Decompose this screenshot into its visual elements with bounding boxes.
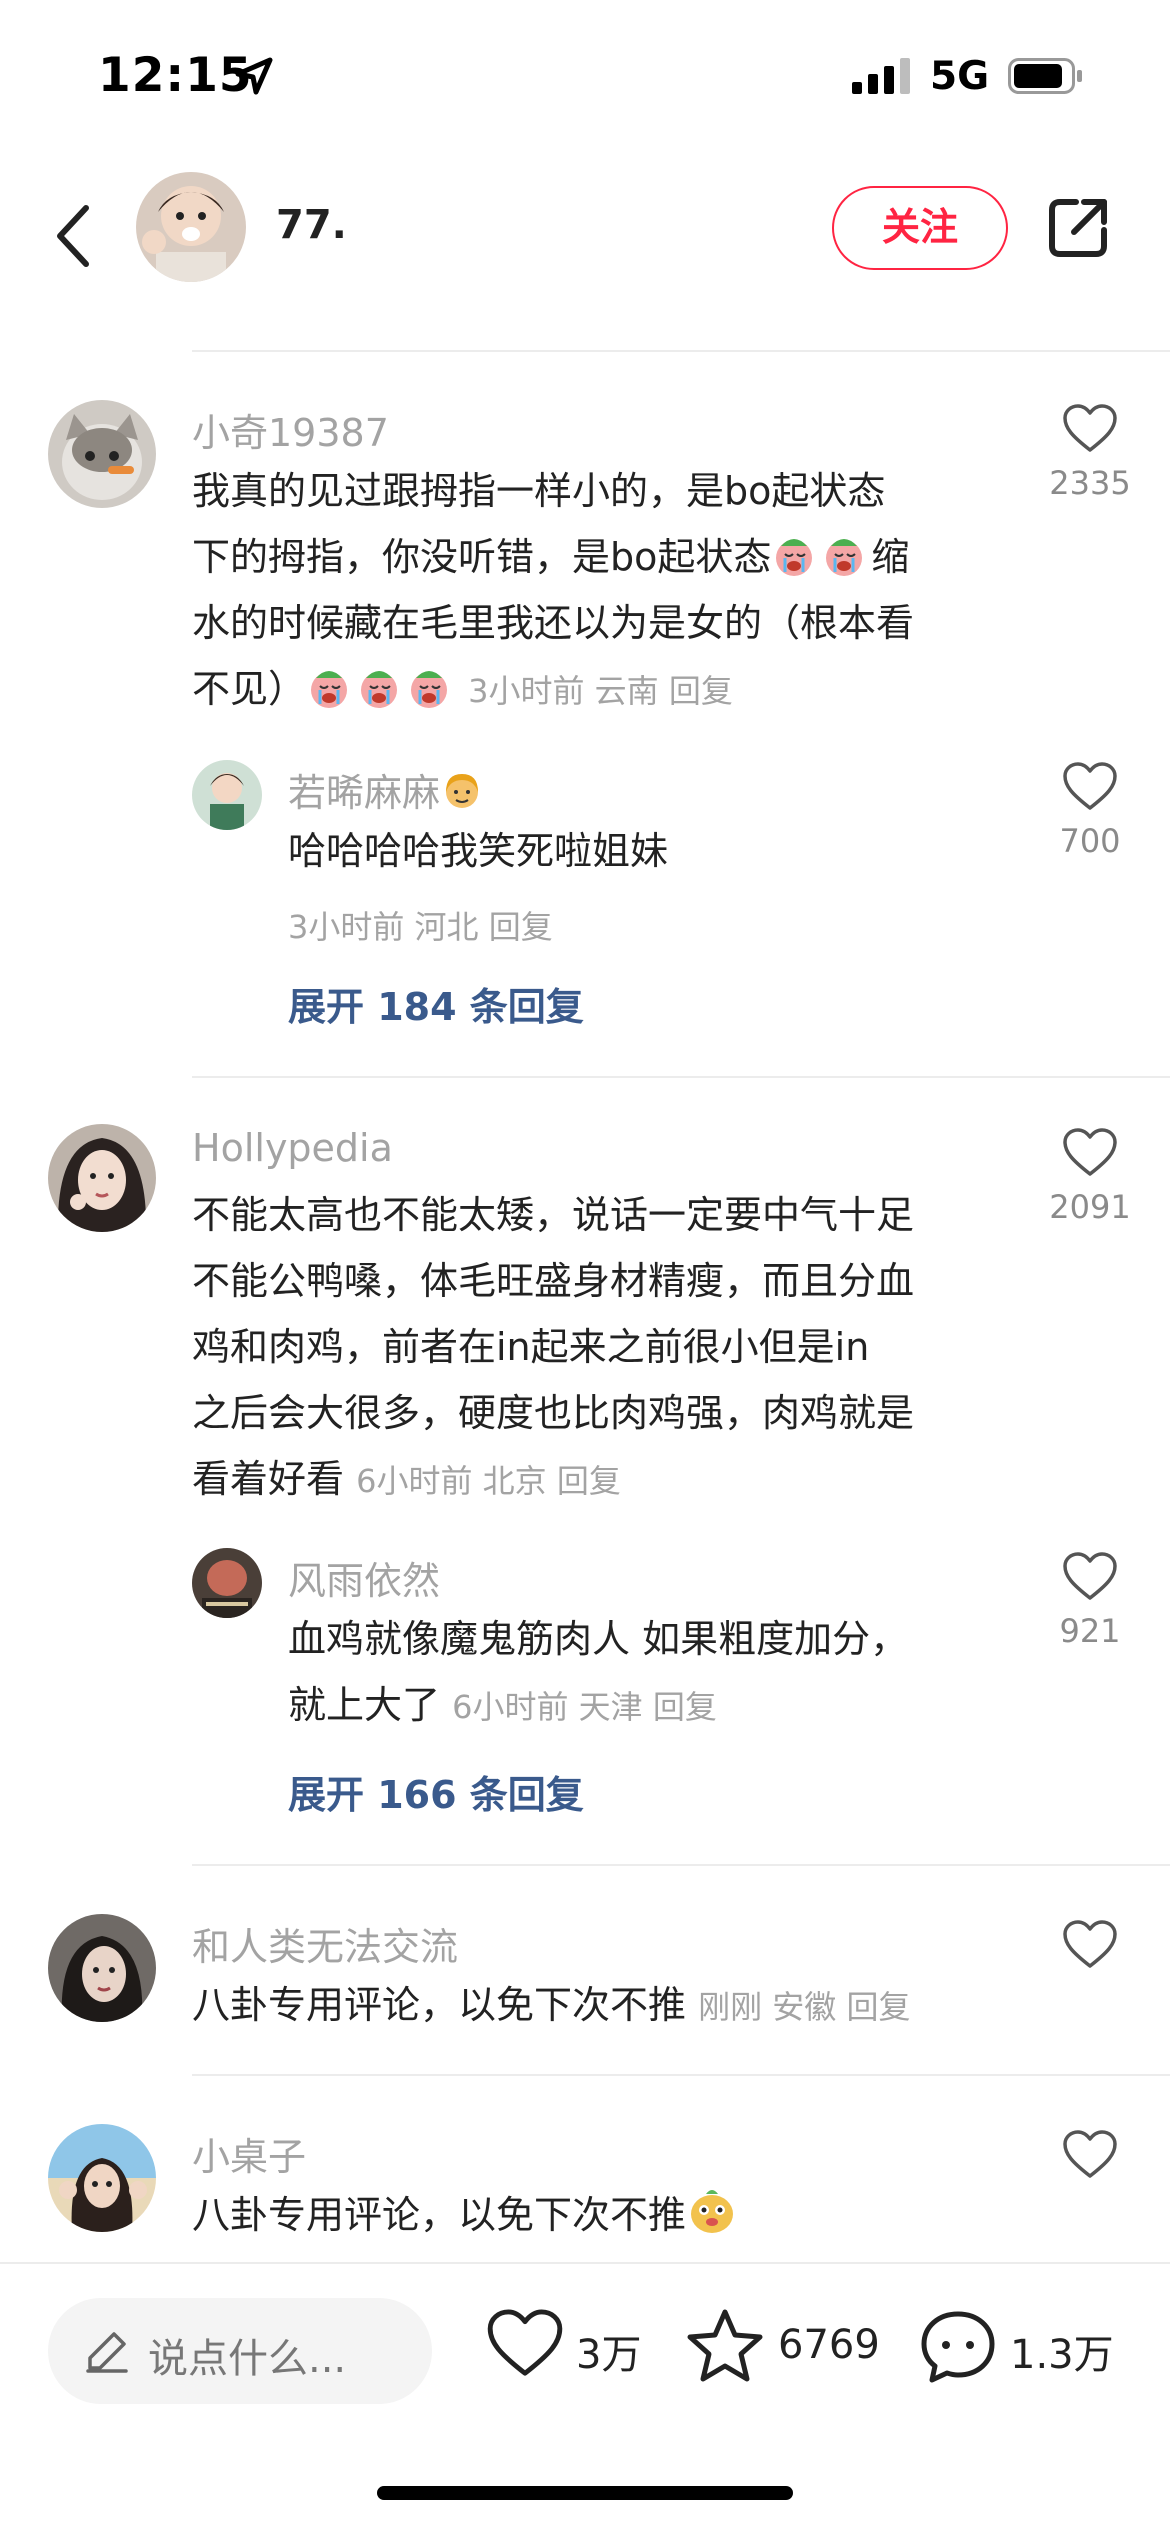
reply-meta[interactable]: 6小时前 天津 回复 xyxy=(452,1688,717,1726)
crying-face-icon xyxy=(306,664,352,710)
comment-meta[interactable]: 3小时前 云南 回复 xyxy=(468,672,733,710)
comment-avatar[interactable] xyxy=(48,400,156,508)
comment-text: 不能太高也不能太矮，说话一定要中气十足 不能公鸭嗓，体毛旺盛身材精瘦，而且分血 … xyxy=(192,1193,915,1501)
home-indicator xyxy=(377,2486,793,2500)
crying-face-icon xyxy=(771,532,817,578)
pencil-icon xyxy=(84,2328,130,2378)
crying-face-icon xyxy=(821,532,867,578)
heart-icon xyxy=(1063,1128,1117,1176)
like-button[interactable]: 3万 xyxy=(486,2308,656,2388)
reply-meta[interactable]: 3小时前 河北 回复 xyxy=(288,902,553,948)
divider xyxy=(192,1864,1170,1866)
divider xyxy=(192,350,1170,352)
follow-button[interactable]: 关注 xyxy=(832,186,1008,270)
network-type: 5G xyxy=(930,54,990,99)
dog-emoji-icon xyxy=(686,2184,738,2236)
comment-avatar[interactable] xyxy=(48,2124,156,2232)
comment-input[interactable]: 说点什么... xyxy=(48,2298,432,2404)
heart-icon xyxy=(1063,762,1117,810)
comment-like-button[interactable] xyxy=(1030,1920,1150,1980)
comment-text: 八卦专用评论，以免下次不推 刚刚 安徽 回复 xyxy=(192,1983,911,2027)
author-name: 77. xyxy=(276,202,347,248)
reply-username[interactable]: 风雨依然 xyxy=(288,1550,440,1605)
comment-avatar[interactable] xyxy=(48,1124,156,1232)
crying-face-icon xyxy=(356,664,402,710)
reply-text: 血鸡就像魔鬼筋肉人 如果粗度加分， 就上大了 6小时前 天津 回复 xyxy=(288,1617,909,1727)
heart-icon xyxy=(1063,1552,1117,1600)
share-icon[interactable] xyxy=(1046,196,1110,260)
reply-avatar[interactable] xyxy=(192,760,262,830)
heart-icon xyxy=(1063,1920,1117,1968)
comment-username[interactable]: 小奇19387 xyxy=(192,402,389,457)
reply-username-wrap: 若晞麻麻 xyxy=(288,762,488,817)
like-total: 3万 xyxy=(576,2332,642,2378)
comment-username[interactable]: 小桌子 xyxy=(192,2126,306,2181)
back-arrow-icon[interactable] xyxy=(50,196,100,276)
expand-replies-button[interactable]: 展开 184 条回复 xyxy=(288,976,584,1031)
reply-like-button[interactable]: 921 xyxy=(1030,1552,1150,1650)
reply-avatar[interactable] xyxy=(192,1548,262,1618)
header: 77. 关注 xyxy=(0,150,1170,350)
collect-total: 6769 xyxy=(778,2322,880,2368)
cellular-signal-icon xyxy=(852,58,912,98)
comment-input-placeholder: 说点什么... xyxy=(148,2336,347,2382)
heart-icon xyxy=(1063,404,1117,452)
like-count: 2091 xyxy=(1049,1188,1131,1226)
divider xyxy=(192,1076,1170,1078)
divider xyxy=(192,2074,1170,2076)
comment-like-button[interactable]: 2091 xyxy=(1030,1128,1150,1226)
battery-icon xyxy=(1008,58,1084,98)
comment-username[interactable]: 和人类无法交流 xyxy=(192,1916,458,1971)
crying-face-icon xyxy=(406,664,452,710)
status-time: 12:15 xyxy=(98,48,253,103)
collect-button[interactable]: 6769 xyxy=(686,2308,886,2388)
star-icon xyxy=(687,2309,763,2382)
like-count: 2335 xyxy=(1049,464,1131,502)
person-emoji-icon xyxy=(440,770,484,814)
like-count: 921 xyxy=(1059,1612,1121,1650)
comment-meta[interactable]: 刚刚 安徽 回复 xyxy=(698,1988,910,2026)
comment-total: 1.3万 xyxy=(1010,2332,1114,2378)
comment-text: 八卦专用评论，以免下次不推 xyxy=(192,2182,1022,2248)
comment-text: 我真的见过跟拇指一样小的，是bo起状态 下的拇指，你没听错，是bo起状态缩 水的… xyxy=(192,469,915,711)
comment-meta[interactable]: 6小时前 北京 回复 xyxy=(356,1462,621,1500)
location-arrow-icon xyxy=(234,56,274,100)
author-avatar[interactable] xyxy=(136,172,246,282)
comment-username[interactable]: Hollypedia xyxy=(192,1126,393,1170)
comment-like-button[interactable] xyxy=(1030,2130,1150,2190)
comment-bubble-icon xyxy=(921,2311,995,2383)
like-count: 700 xyxy=(1059,822,1121,860)
heart-icon xyxy=(487,2309,563,2376)
reply-username[interactable]: 若晞麻麻 xyxy=(288,771,440,815)
comment-button[interactable]: 1.3万 xyxy=(918,2308,1128,2388)
heart-icon xyxy=(1063,2130,1117,2178)
expand-replies-button[interactable]: 展开 166 条回复 xyxy=(288,1764,584,1819)
reply-like-button[interactable]: 700 xyxy=(1030,762,1150,860)
status-bar: 12:15 5G xyxy=(0,0,1170,150)
comment-like-button[interactable]: 2335 xyxy=(1030,404,1150,502)
reply-text: 哈哈哈哈我笑死啦姐妹 xyxy=(288,829,669,873)
comment-avatar[interactable] xyxy=(48,1914,156,2022)
